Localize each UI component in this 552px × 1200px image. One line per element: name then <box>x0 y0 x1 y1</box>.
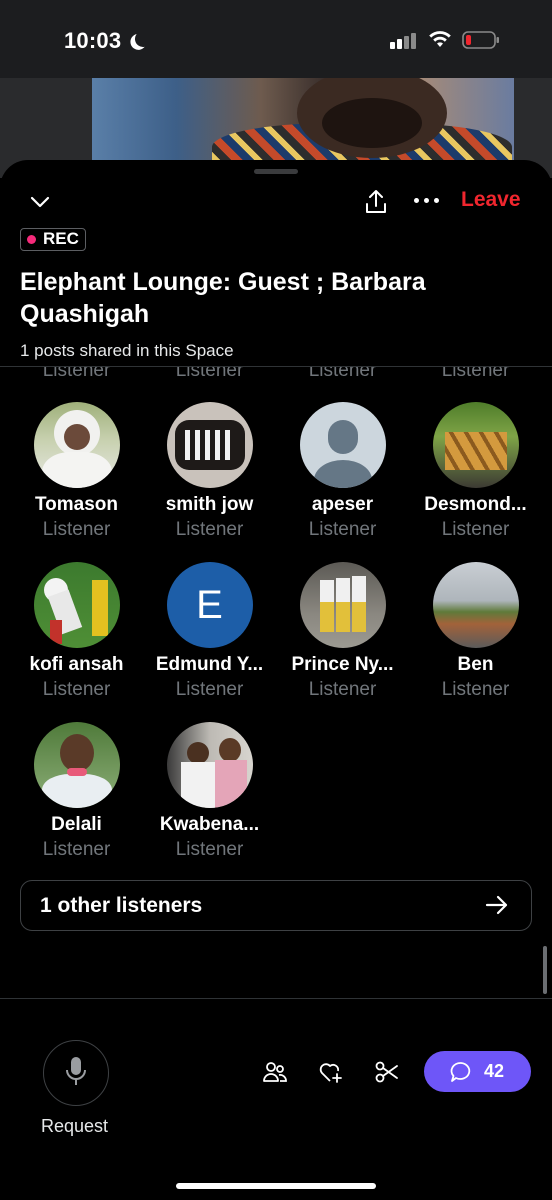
participant-prince[interactable]: Prince Ny... Listener <box>276 562 409 701</box>
more-icon[interactable] <box>414 198 440 204</box>
participant-ben[interactable]: Ben Listener <box>409 562 542 701</box>
request-label: Request <box>41 1116 109 1136</box>
participant-role: Listener <box>42 839 111 860</box>
participant-tomason[interactable]: Tomason Listener <box>10 402 143 541</box>
scissors-icon[interactable] <box>374 1059 400 1085</box>
comment-icon <box>450 1062 471 1082</box>
participant-role: Listener <box>308 367 377 381</box>
chevron-down-icon[interactable] <box>30 192 50 212</box>
space-title: Elephant Lounge: Guest ; Barbara Quashig… <box>20 268 426 328</box>
participant-role: Listener <box>441 367 510 381</box>
rec-dot-icon <box>27 235 36 244</box>
people-icon[interactable] <box>262 1060 288 1084</box>
participant-smith-jow[interactable]: smith jow Listener <box>143 402 276 541</box>
avatar <box>166 402 253 488</box>
heart-plus-icon[interactable] <box>318 1060 344 1084</box>
other-listeners-label: 1 other listeners <box>40 894 203 917</box>
participant-role: Listener <box>175 367 244 381</box>
participant-name: Desmond... <box>424 494 527 515</box>
avatar <box>299 562 386 648</box>
sheet-grabber[interactable] <box>254 169 298 174</box>
participant-name: kofi ansah <box>29 654 124 675</box>
participant-kofi-ansah[interactable]: kofi ansah Listener <box>10 562 143 701</box>
participant-edmund[interactable]: E Edmund Y... Listener <box>143 562 276 701</box>
status-bar: 10:03 <box>0 0 552 78</box>
wifi-icon <box>429 31 451 47</box>
battery-low-icon <box>462 31 499 49</box>
request-mic-button[interactable] <box>43 1040 109 1106</box>
divider <box>0 998 552 999</box>
posts-shared-link[interactable]: 1 posts shared in this Space <box>20 341 234 361</box>
avatar <box>33 402 120 488</box>
participant-name: Edmund Y... <box>155 654 264 675</box>
comments-button[interactable]: 42 <box>424 1051 531 1092</box>
moon-icon <box>134 30 153 49</box>
participant-role: Listener <box>308 679 377 700</box>
space-sheet: Leave REC Elephant Lounge: Guest ; Barba… <box>0 160 552 1200</box>
microphone-icon <box>66 1057 86 1085</box>
participant-role: Listener <box>42 519 111 540</box>
other-listeners-button[interactable]: 1 other listeners <box>20 880 532 931</box>
rec-label: REC <box>43 229 79 248</box>
participant-name: smith jow <box>165 494 254 515</box>
participant-name: Kwabena... <box>159 814 260 835</box>
rec-badge: REC <box>20 228 86 251</box>
avatar: E <box>166 562 253 648</box>
participant-role: Listener <box>175 679 244 700</box>
avatar-initial: E <box>196 582 223 627</box>
participant-name: Ben <box>457 654 494 675</box>
avatar <box>33 562 120 648</box>
avatar <box>299 402 386 488</box>
participant-role: Listener <box>441 519 510 540</box>
avatar <box>166 722 253 808</box>
share-icon[interactable] <box>364 188 388 216</box>
participant-role: Listener <box>42 367 111 381</box>
avatar <box>432 402 519 488</box>
scrollbar[interactable] <box>543 946 547 994</box>
participant-name: apeser <box>311 494 374 515</box>
participant-name: Delali <box>51 814 102 835</box>
participant-delali[interactable]: Delali Listener <box>10 722 143 861</box>
comments-count: 42 <box>484 1061 505 1081</box>
avatar <box>432 562 519 648</box>
avatar <box>33 722 120 808</box>
participant-role: Listener <box>175 839 244 860</box>
home-indicator[interactable] <box>176 1183 376 1189</box>
leave-button[interactable]: Leave <box>461 188 521 212</box>
participant-name: Prince Ny... <box>291 654 394 675</box>
participant-name: Tomason <box>34 494 119 515</box>
participant-role: Listener <box>441 679 510 700</box>
participant-kwabena[interactable]: Kwabena... Listener <box>143 722 276 861</box>
participant-role: Listener <box>175 519 244 540</box>
arrow-right-icon <box>485 895 508 915</box>
status-time: 10:03 <box>64 28 122 53</box>
participant-desmond[interactable]: Desmond... Listener <box>409 402 542 541</box>
participant-role: Listener <box>308 519 377 540</box>
background-video-thumbnail <box>92 78 514 168</box>
signal-icon <box>390 31 420 49</box>
participant-apeser[interactable]: apeser Listener <box>276 402 409 541</box>
participant-role: Listener <box>42 679 111 700</box>
